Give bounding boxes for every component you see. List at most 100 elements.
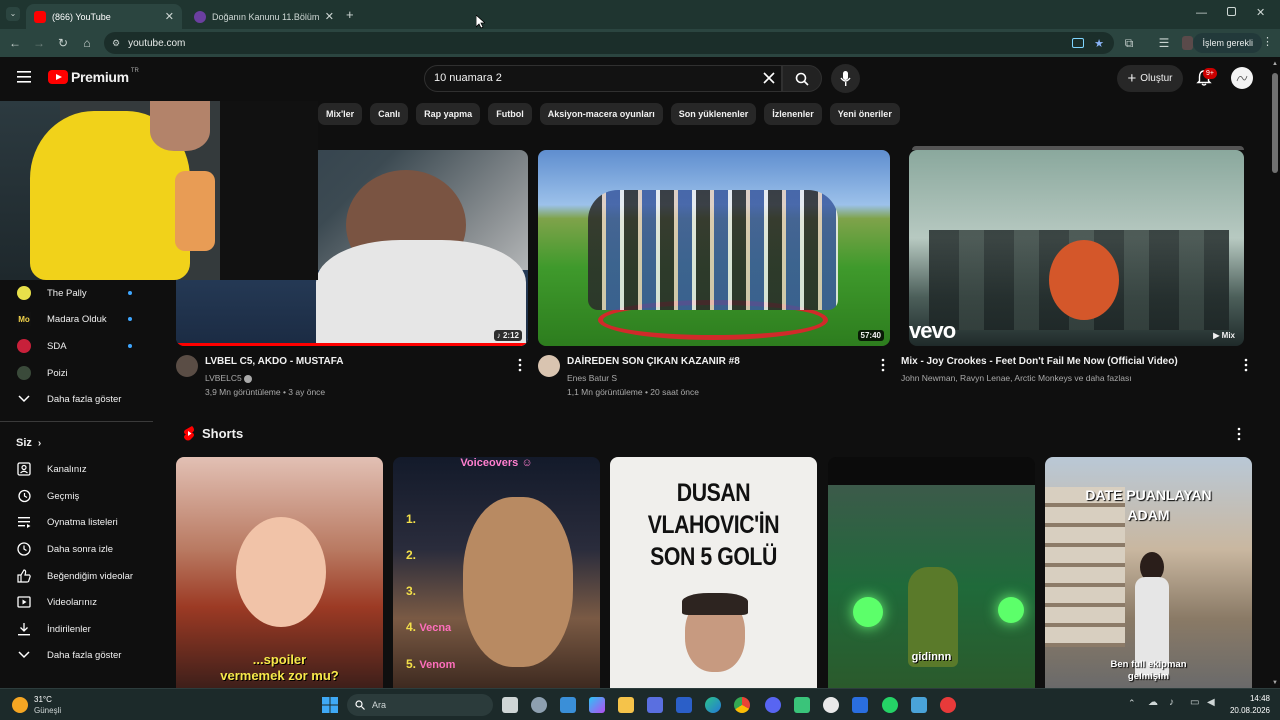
taskbar-search-input[interactable]: Ara: [347, 694, 493, 716]
discord-icon[interactable]: [765, 697, 781, 713]
sidebar-item-watch-later[interactable]: Daha sonra izle: [0, 536, 153, 562]
notepad-icon[interactable]: [911, 697, 927, 713]
more-options-icon[interactable]: [1234, 427, 1244, 441]
chevron-up-icon[interactable]: ⌃: [1128, 698, 1136, 709]
bookmark-star-icon[interactable]: ★: [1094, 37, 1104, 50]
file-explorer-icon[interactable]: [618, 697, 634, 713]
whatsapp-icon[interactable]: [882, 697, 898, 713]
channel-avatar[interactable]: [538, 355, 560, 377]
network-icon[interactable]: ▭: [1190, 697, 1199, 708]
volume-icon[interactable]: ◀: [1207, 697, 1215, 708]
search-button[interactable]: [782, 65, 822, 92]
chip-mixes[interactable]: Mix'ler: [318, 103, 363, 125]
extensions-icon[interactable]: ⧉: [1121, 35, 1137, 51]
app-icon[interactable]: [794, 697, 810, 713]
microphone-icon[interactable]: ♪: [1169, 697, 1174, 708]
sidebar-item-history[interactable]: Geçmiş: [0, 483, 153, 509]
store-icon[interactable]: [647, 697, 663, 713]
video-title[interactable]: DAİREDEN SON ÇIKAN KAZANIR #8: [567, 356, 740, 367]
sidebar-sub-sda[interactable]: SDA: [0, 333, 153, 359]
short-card-2[interactable]: Voiceovers ☺ 1. 2. 3. 4. Vecna 5. Venom: [393, 457, 600, 688]
minimize-icon[interactable]: —: [1196, 7, 1207, 19]
reading-list-icon[interactable]: ☰: [1156, 35, 1172, 51]
chip-watched[interactable]: İzlenenler: [764, 103, 822, 125]
sidebar-sub-madara-olduk[interactable]: Mo Madara Olduk: [0, 306, 153, 332]
scrollbar-thumb[interactable]: [1272, 73, 1278, 173]
chrome-browser-icon[interactable]: [734, 697, 750, 713]
sidebar-sub-the-pally[interactable]: The Pally: [0, 280, 153, 306]
close-tab-icon[interactable]: ✕: [325, 10, 334, 23]
clock-date[interactable]: 20.08.2026: [1220, 706, 1270, 715]
page-scrollbar[interactable]: ▲ ▼: [1270, 57, 1280, 688]
short-card-4[interactable]: gidinnn: [828, 457, 1035, 688]
task-view-icon[interactable]: [502, 697, 518, 713]
copilot-icon[interactable]: [589, 697, 605, 713]
camera-app-icon[interactable]: [823, 697, 839, 713]
sidebar-item-your-channel[interactable]: Kanalınız: [0, 456, 153, 482]
clock-time[interactable]: 14:48: [1230, 694, 1270, 703]
site-info-icon[interactable]: ⚙: [112, 38, 120, 49]
create-button[interactable]: + Oluştur: [1117, 65, 1183, 92]
scroll-up-icon[interactable]: ▲: [1272, 61, 1278, 67]
hamburger-menu-icon[interactable]: [17, 71, 31, 83]
channel-name[interactable]: LVBELC5: [205, 373, 253, 383]
tab-doganin-kanunu[interactable]: Doğanın Kanunu 11.Bölüm izle ✕: [186, 4, 342, 29]
app-icon[interactable]: [852, 697, 868, 713]
channel-name[interactable]: Enes Batur S: [567, 373, 617, 383]
close-tab-icon[interactable]: ✕: [165, 10, 174, 23]
tab-search-icon[interactable]: ⌄: [6, 7, 20, 21]
more-options-icon[interactable]: [515, 358, 525, 372]
windows-start-icon[interactable]: [322, 697, 338, 713]
sidebar-you-header[interactable]: Siz ›: [0, 430, 153, 456]
menu-icon[interactable]: ⋮: [1262, 35, 1273, 48]
channel-avatar[interactable]: [176, 355, 198, 377]
scroll-down-icon[interactable]: ▼: [1272, 680, 1278, 686]
weather-sun-icon[interactable]: [12, 697, 28, 713]
more-options-icon[interactable]: [1241, 358, 1251, 372]
sidebar-item-liked-videos[interactable]: Beğendiğim videolar: [0, 563, 153, 589]
action-required-button[interactable]: İşlem gerekli: [1193, 33, 1262, 53]
recorder-app-icon[interactable]: [940, 697, 956, 713]
forward-icon[interactable]: →: [31, 35, 47, 51]
video-thumbnail-2[interactable]: 57:40: [538, 150, 890, 346]
install-app-icon[interactable]: [1072, 38, 1085, 48]
clear-search-icon[interactable]: [763, 72, 775, 84]
chip-new-to-you[interactable]: Yeni öneriler: [829, 103, 900, 125]
sidebar-sub-poizi[interactable]: Poizi: [0, 360, 153, 386]
widgets-icon[interactable]: [560, 697, 576, 713]
account-avatar[interactable]: [1231, 67, 1253, 89]
youtube-premium-logo[interactable]: Premium TR: [48, 68, 139, 85]
word-icon[interactable]: [676, 697, 692, 713]
video-thumbnail-3[interactable]: vevo ▶ Mix: [909, 150, 1244, 346]
chip-action-adventure[interactable]: Aksiyon-macera oyunları: [539, 103, 663, 125]
sidebar-show-more-2[interactable]: Daha fazla göster: [0, 642, 153, 668]
sidebar-item-playlists[interactable]: Oynatma listeleri: [0, 509, 153, 535]
back-icon[interactable]: ←: [7, 35, 23, 51]
video-title[interactable]: LVBEL C5, AKDO - MUSTAFA: [205, 356, 344, 367]
short-card-1[interactable]: ...spoiler vermemek zor mu?: [176, 457, 383, 688]
profile-icon[interactable]: [1182, 36, 1193, 50]
search-input[interactable]: 10 nuamara 2: [424, 65, 782, 92]
close-window-icon[interactable]: ✕: [1256, 6, 1265, 19]
more-options-icon[interactable]: [878, 358, 888, 372]
sidebar-show-more[interactable]: Daha fazla göster: [0, 386, 153, 412]
short-card-3[interactable]: DUSAN VLAHOVIC'İN SON 5 GOLÜ: [610, 457, 817, 688]
home-icon[interactable]: ⌂: [79, 35, 95, 51]
address-bar[interactable]: ⚙ youtube.com ★: [104, 32, 1114, 54]
sidebar-item-downloads[interactable]: İndirilenler: [0, 616, 153, 642]
sidebar-item-your-videos[interactable]: Videolarınız: [0, 589, 153, 615]
video-title[interactable]: Mix - Joy Crookes - Feet Don't Fail Me N…: [901, 356, 1178, 367]
chip-live[interactable]: Canlı: [370, 103, 409, 125]
settings-gear-icon[interactable]: [531, 697, 547, 713]
maximize-icon[interactable]: [1227, 7, 1236, 16]
cloud-icon[interactable]: ☁: [1148, 697, 1158, 708]
chip-rap[interactable]: Rap yapma: [416, 103, 481, 125]
voice-search-button[interactable]: [831, 64, 860, 93]
tab-youtube[interactable]: (866) YouTube ✕: [26, 4, 182, 29]
short-card-5[interactable]: DATE PUANLAYAN ADAM Ben full ekipman gel…: [1045, 457, 1252, 688]
chip-football[interactable]: Futbol: [488, 103, 532, 125]
reload-icon[interactable]: ↻: [55, 35, 71, 51]
chip-recently-uploaded[interactable]: Son yüklenenler: [670, 103, 757, 125]
edge-browser-icon[interactable]: [705, 697, 721, 713]
new-tab-icon[interactable]: +: [346, 7, 354, 22]
